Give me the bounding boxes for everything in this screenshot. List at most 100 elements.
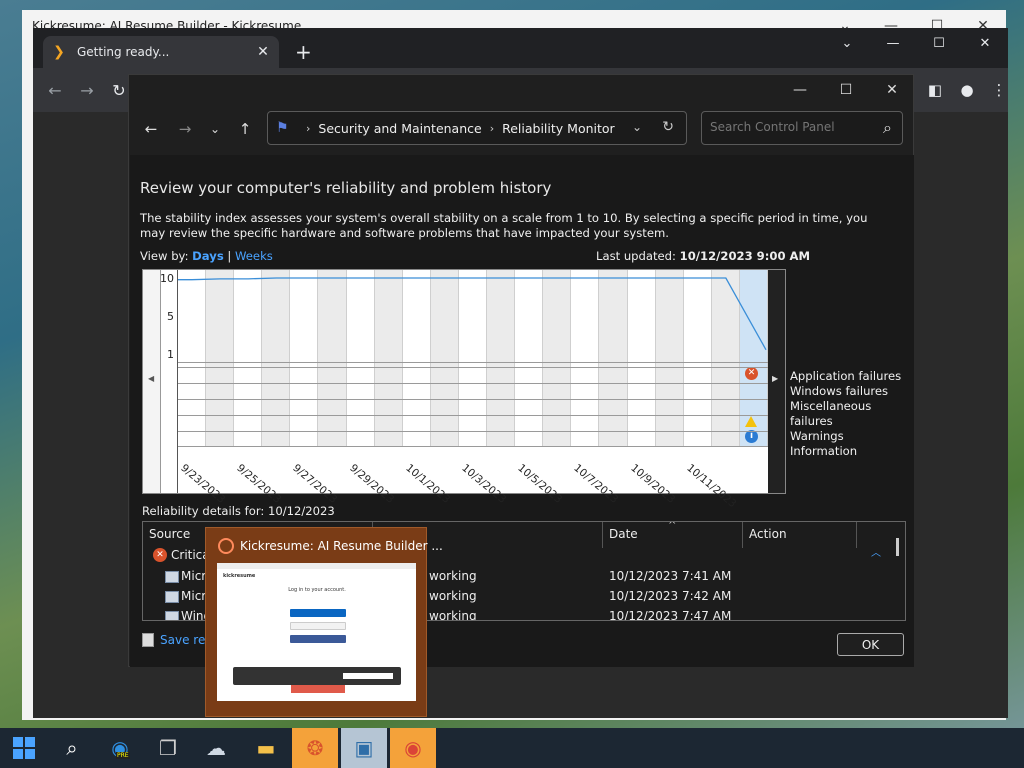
up-icon[interactable]: ↑ [233, 117, 257, 141]
taskbar-thumbnail[interactable]: Kickresume: AI Resume Builder ... kickre… [205, 527, 443, 717]
window-caption: — ☐ ✕ [129, 75, 913, 105]
application-icon [165, 591, 179, 603]
refresh-icon[interactable]: ↻ [662, 119, 674, 135]
preview-linkedin-button [290, 609, 346, 617]
x-tick: 10/1/2023 [403, 462, 452, 506]
chrome-icon[interactable]: ◉ [390, 728, 436, 768]
view-days-link[interactable]: Days [192, 249, 224, 263]
plex-icon: ❯ [53, 44, 65, 60]
x-tick: 10/9/2023 [627, 462, 677, 506]
row-date: 10/12/2023 7:42 AM [609, 589, 732, 603]
forward-icon[interactable]: → [75, 78, 99, 102]
close-icon[interactable]: ✕ [869, 75, 915, 105]
chart-legend: Application failures Windows failures Mi… [790, 369, 914, 459]
thumbnail-preview: kickresume Log in to your account. [217, 563, 416, 701]
collapse-icon[interactable]: ︿ [871, 544, 881, 559]
stability-chart[interactable]: ◀ 10 5 1 9/23/2023 9/25/2023 9/27/2023 9/29… [142, 269, 786, 510]
kickresume-icon[interactable]: ❂ [292, 728, 338, 768]
taskbar: ⌕ ◉ PRE ❐ ☁ ▬ ❂ ▣ ◉ [0, 728, 1024, 768]
back-icon[interactable]: ← [43, 78, 67, 102]
tab-title: Getting ready... [77, 45, 170, 59]
x-tick: 9/29/2023 [346, 462, 396, 506]
maximize-icon[interactable]: ☐ [823, 75, 869, 105]
control-panel-icon[interactable]: ▣ [341, 728, 387, 768]
breadcrumb-reliability[interactable]: Reliability Monitor [502, 121, 615, 136]
preview-red-button [291, 685, 345, 693]
grid-line [178, 415, 768, 416]
stability-line [178, 277, 767, 351]
close-icon[interactable]: ✕ [962, 28, 1008, 58]
file-explorer-icon[interactable]: ▬ [242, 728, 290, 768]
tab-strip: ❯ Getting ready... ✕ + ⌄ — ☐ ✕ [33, 28, 1008, 68]
menu-icon[interactable]: ⋮ [987, 78, 1011, 102]
weather-icon[interactable]: ☁ [192, 728, 240, 768]
edge-badge: PRE [116, 752, 130, 759]
preview-facebook-button [290, 635, 346, 643]
edge-beta-icon[interactable]: ◉ PRE [96, 728, 144, 768]
forward-icon[interactable]: → [173, 117, 197, 141]
view-separator: | [227, 249, 232, 263]
chevron-right-icon: ▶ [772, 374, 779, 383]
chart-scroll-left[interactable]: ◀ [143, 270, 161, 493]
ok-button[interactable]: OK [837, 633, 904, 656]
breadcrumb-security[interactable]: Security and Maintenance [318, 121, 481, 136]
browser-tab[interactable]: ❯ Getting ready... ✕ [43, 36, 279, 68]
scrollbar[interactable] [896, 538, 899, 556]
side-panel-icon[interactable]: ◧ [923, 78, 947, 102]
view-by: View by: Days | Weeks [140, 249, 273, 263]
search-icon[interactable]: ⌕ [48, 728, 96, 768]
row-source: Critica [171, 548, 210, 562]
back-icon[interactable]: ← [139, 117, 163, 141]
recent-locations-icon[interactable]: ⌄ [203, 117, 227, 141]
last-updated-value: 10/12/2023 9:00 AM [679, 249, 811, 263]
row-summary: working [429, 609, 477, 621]
search-box[interactable]: ⌕ [701, 111, 903, 145]
grid-line [178, 446, 768, 447]
search-input[interactable] [710, 120, 860, 134]
breadcrumb-separator: › [306, 121, 311, 135]
grid-line [178, 362, 768, 363]
new-tab-button[interactable]: + [295, 40, 312, 64]
row-summary: working [429, 589, 477, 603]
breadcrumb-separator: › [489, 121, 495, 135]
task-view-icon[interactable]: ❐ [144, 728, 192, 768]
column-date[interactable]: Date [603, 522, 743, 548]
minimize-icon[interactable]: — [870, 28, 916, 58]
application-failure-icon[interactable]: ✕ [745, 367, 758, 380]
legend-misc-failures: Miscellaneous failures [790, 399, 872, 428]
column-action[interactable]: Action [743, 522, 857, 548]
x-tick: 10/5/2023 [515, 462, 565, 506]
chrome-window-controls: ⌄ — ☐ ✕ [824, 28, 1008, 58]
preview-cookie-button [343, 673, 393, 679]
legend-app-failures: Application failures [790, 369, 902, 383]
x-tick: 9/25/2023 [234, 462, 284, 506]
application-icon [165, 611, 179, 620]
preview-bar [217, 563, 416, 569]
application-icon [165, 571, 179, 583]
tab-close-icon[interactable]: ✕ [255, 44, 271, 60]
warning-icon[interactable] [745, 416, 757, 427]
x-tick: 9/23/2023 [178, 462, 228, 506]
x-tick: 10/11/2023 [683, 462, 739, 511]
maximize-icon[interactable]: ☐ [916, 28, 962, 58]
y-tick: 5 [167, 310, 174, 323]
y-tick: 1 [167, 348, 174, 361]
view-weeks-link[interactable]: Weeks [235, 249, 273, 263]
start-button[interactable] [0, 728, 48, 768]
tab-search-icon[interactable]: ⌄ [824, 28, 870, 58]
legend-windows-failures: Windows failures [790, 384, 889, 398]
stability-index-line [178, 277, 767, 351]
address-bar[interactable]: ⚑ › Security and Maintenance › Reliabili… [267, 111, 687, 145]
address-dropdown-icon[interactable]: ⌄ [632, 120, 642, 134]
save-history-link[interactable]: Save reli s [142, 633, 425, 647]
x-tick: 10/7/2023 [571, 462, 621, 506]
chart-scroll-right[interactable]: ▶ [768, 270, 785, 493]
minimize-icon[interactable]: — [777, 75, 823, 105]
search-icon[interactable]: ⌕ [883, 118, 892, 138]
profile-icon[interactable]: ● [955, 78, 979, 102]
windows-icon [13, 737, 35, 759]
document-icon [142, 633, 154, 647]
preview-logo: kickresume [223, 573, 256, 579]
row-date: 10/12/2023 7:47 AM [609, 609, 732, 621]
x-tick: 10/3/2023 [459, 462, 509, 506]
